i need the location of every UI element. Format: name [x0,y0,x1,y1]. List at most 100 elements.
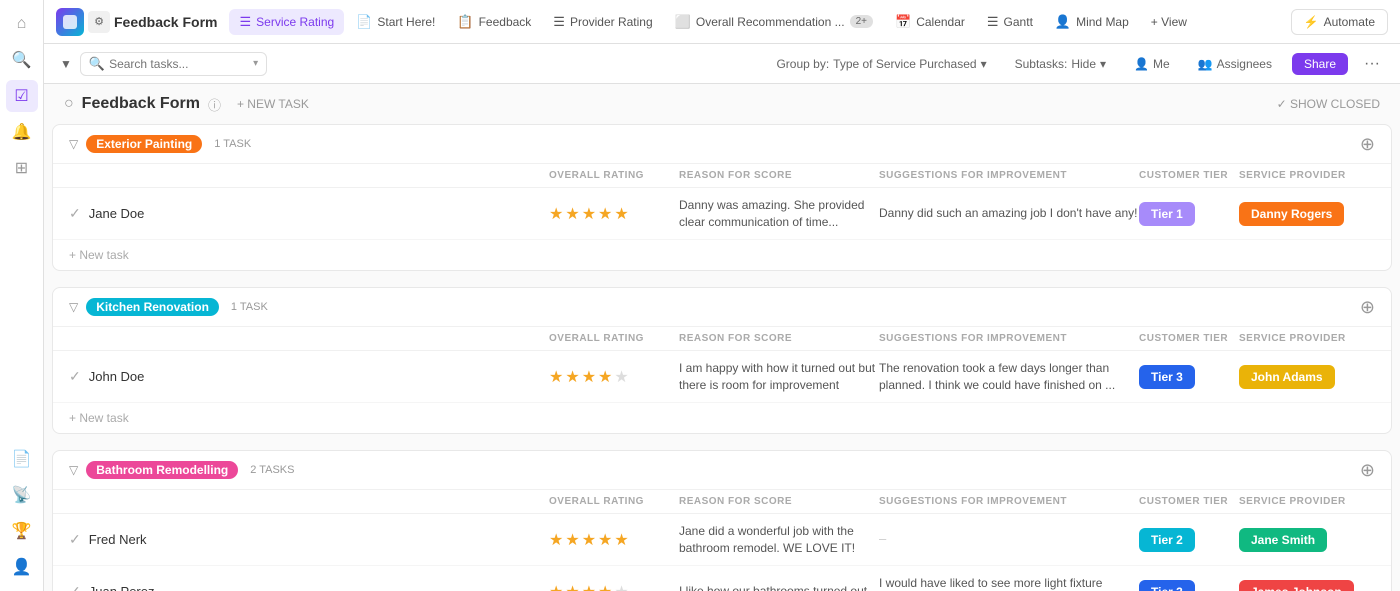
task-name-cell: ✓ Jane Doe [69,205,549,222]
search-icon: 🔍 [89,56,105,72]
provider-badge: Danny Rogers [1239,202,1344,226]
sidebar-icon-search[interactable]: 🔍 [6,44,38,76]
table-row: ✓ Jane Doe ★ ★ ★ ★ ★ Danny was amazing. … [53,188,1391,240]
tab-calendar-label: Calendar [916,15,965,29]
app-title: Feedback Form [114,14,217,30]
add-task-exterior-painting[interactable]: + New task [53,240,1391,270]
share-button[interactable]: Share [1292,53,1348,75]
feedback-icon: 📋 [457,14,473,30]
section-exterior-painting: ▽ Exterior Painting 1 TASK ⊕ OVERALL RAT… [52,124,1392,271]
tier-badge: Tier 3 [1139,580,1195,591]
me-button[interactable]: 👤 Me [1126,54,1178,74]
group-by-value: Type of Service Purchased [833,57,976,71]
mind-map-icon: 👤 [1055,14,1071,30]
tier-badge: Tier 3 [1139,365,1195,389]
table-row: ✓ Juan Perez ★ ★ ★ ★ ★ I like how our ba… [53,566,1391,591]
tab-start-here-label: Start Here! [377,15,435,29]
tab-service-rating[interactable]: ☰ Service Rating [229,9,344,35]
nav-right: ⚡ Automate [1291,9,1388,35]
star-4: ★ [598,530,612,550]
task-name[interactable]: Jane Doe [89,206,145,221]
table-row: ✓ John Doe ★ ★ ★ ★ ★ I am happy with how… [53,351,1391,403]
tab-calendar[interactable]: 📅 Calendar [885,9,975,35]
overall-rec-badge: 2+ [850,15,873,28]
table-row: ✓ Fred Nerk ★ ★ ★ ★ ★ Jane did a wonderf… [53,514,1391,566]
tab-feedback[interactable]: 📋 Feedback [447,9,541,35]
add-view-button[interactable]: + View [1141,10,1197,34]
tab-mind-map[interactable]: 👤 Mind Map [1045,9,1139,35]
subtasks-button[interactable]: Subtasks: Hide ▾ [1007,54,1114,74]
sidebar-icon-grid[interactable]: ⊞ [6,152,38,184]
task-name[interactable]: John Doe [89,369,145,384]
col-header-suggestions: SUGGESTIONS FOR IMPROVEMENT [879,170,1139,181]
tab-overall-rec-label: Overall Recommendation ... [696,15,845,29]
gear-button[interactable]: ⚙ [88,11,110,33]
col-header-name [69,170,549,181]
sidebar-icon-home[interactable]: ⌂ [6,8,38,40]
tab-gantt[interactable]: ☰ Gantt [977,9,1043,35]
section-header-kitchen-renovation: ▽ Kitchen Renovation 1 TASK ⊕ [53,288,1391,327]
star-1: ★ [549,204,563,224]
share-label: Share [1304,57,1336,71]
col-header-tier: CUSTOMER TIER [1139,170,1239,181]
sidebar-icon-tasks[interactable]: ☑ [6,80,38,112]
sidebar-icon-user-plus[interactable]: 👤 [6,551,38,583]
page-title: Feedback Form [82,95,200,113]
col-headers: OVERALL RATING REASON FOR SCORE SUGGESTI… [53,164,1391,188]
section-add-bathroom[interactable]: ⊕ [1360,461,1375,479]
app-logo [56,8,84,36]
star-rating: ★ ★ ★ ★ ★ [549,204,679,224]
section-toggle-exterior-painting[interactable]: ▽ [69,137,78,151]
star-3: ★ [582,530,596,550]
toolbar-right: Group by: Type of Service Purchased ▾ Su… [768,53,1384,75]
check-icon: ✓ [69,205,81,222]
check-icon: ✓ [69,368,81,385]
section-label-kitchen-renovation: Kitchen Renovation [86,298,219,316]
nav-tabs: ☰ Service Rating 📄 Start Here! 📋 Feedbac… [229,9,1286,35]
tier-badge: Tier 1 [1139,202,1195,226]
star-5: ★ [614,530,628,550]
filter-button[interactable]: ▼ [60,57,72,71]
automate-button[interactable]: ⚡ Automate [1291,9,1388,35]
gantt-icon: ☰ [987,14,999,30]
automate-label: Automate [1324,15,1375,29]
table-container: ▽ Exterior Painting 1 TASK ⊕ OVERALL RAT… [44,124,1400,591]
group-by-button[interactable]: Group by: Type of Service Purchased ▾ [768,54,994,74]
col-header-provider: SERVICE PROVIDER [1239,170,1392,181]
section-count-exterior-painting: 1 TASK [214,138,251,150]
assignees-button[interactable]: 👥 Assignees [1190,54,1280,74]
section-count-bathroom: 2 TASKS [250,464,294,476]
search-input[interactable] [109,57,249,71]
tab-provider-rating[interactable]: ☰ Provider Rating [543,9,662,35]
star-4: ★ [598,204,612,224]
sidebar-icon-broadcast[interactable]: 📡 [6,479,38,511]
search-chevron-icon: ▾ [253,58,258,69]
tab-gantt-label: Gantt [1004,15,1033,29]
more-button[interactable]: ··· [1360,55,1384,73]
page-header: ○ Feedback Form ⓘ + NEW TASK ✓ SHOW CLOS… [44,84,1400,124]
section-add-kitchen-renovation[interactable]: ⊕ [1360,298,1375,316]
section-label-bathroom: Bathroom Remodelling [86,461,238,479]
star-3: ★ [582,582,596,591]
sidebar-icon-trophy[interactable]: 🏆 [6,515,38,547]
new-task-button[interactable]: + NEW TASK [229,94,317,114]
star-1: ★ [549,367,563,387]
collapse-icon[interactable]: ○ [64,95,74,113]
subtasks-label: Subtasks: [1015,57,1068,71]
sidebar-icon-file[interactable]: 📄 [6,443,38,475]
show-closed-button[interactable]: ✓ SHOW CLOSED [1277,97,1380,111]
task-name[interactable]: Fred Nerk [89,532,147,547]
tab-start-here[interactable]: 📄 Start Here! [346,9,445,35]
tab-overall-recommendation[interactable]: ⬜ Overall Recommendation ... 2+ [665,9,883,35]
sidebar-icon-bell[interactable]: 🔔 [6,116,38,148]
add-task-kitchen[interactable]: + New task [53,403,1391,433]
task-name[interactable]: Juan Perez [89,584,155,591]
provider-badge: Jane Smith [1239,528,1327,552]
section-toggle-kitchen-renovation[interactable]: ▽ [69,300,78,314]
start-here-icon: 📄 [356,14,372,30]
suggestion-text: I would have liked to see more light fix… [879,575,1139,591]
col-headers-bathroom: OVERALL RATING REASON FOR SCORE SUGGESTI… [53,490,1391,514]
section-add-exterior-painting[interactable]: ⊕ [1360,135,1375,153]
me-label: Me [1153,57,1170,71]
section-toggle-bathroom[interactable]: ▽ [69,463,78,477]
